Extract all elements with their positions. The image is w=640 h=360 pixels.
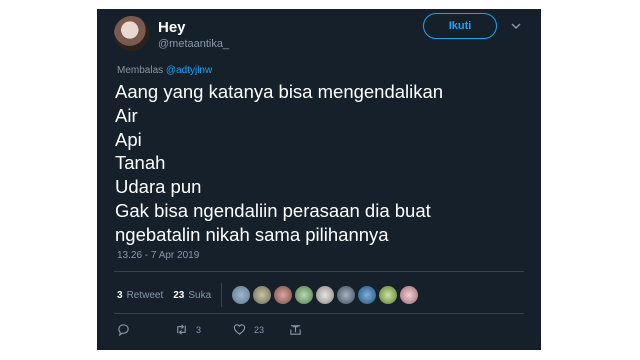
reply-button[interactable] [117,323,130,336]
divider [114,271,524,272]
reply-prefix: Membalas [117,65,164,76]
liker-avatar[interactable] [379,286,398,304]
share-button[interactable] [289,323,302,336]
chevron-down-icon[interactable] [511,21,521,31]
tweet-line: Air [115,104,138,126]
retweet-label[interactable]: Retweet [127,290,164,301]
reply-mention-link[interactable]: @adtyjlnw [166,65,212,76]
tweet-line: Gak bisa ngendaliin perasaan dia buat [115,199,431,221]
like-label[interactable]: Suka [188,290,211,301]
like-button[interactable]: 23 [233,323,264,336]
retweet-count[interactable]: 3 [117,290,123,301]
retweet-action-count: 3 [196,324,202,335]
liker-avatar[interactable] [232,286,251,304]
follow-button[interactable]: Ikuti [423,13,497,39]
liker-avatar[interactable] [400,286,419,304]
liker-avatars [232,286,419,304]
like-count[interactable]: 23 [173,290,184,301]
engagement-stats: 3 Retweet 23 Suka [117,281,419,309]
liker-avatar[interactable] [295,286,314,304]
stats-divider [221,283,223,307]
share-icon [290,325,301,335]
tweet-line: Aang yang katanya bisa mengendalikan [115,81,444,102]
tweet-timestamp[interactable]: 13.26 - 7 Apr 2019 [117,250,199,261]
retweet-button[interactable]: 3 [175,323,201,336]
reply-context: Membalas @adtyjlnw [117,65,212,76]
liker-avatar[interactable] [316,286,335,304]
tweet-line: Api [115,128,142,150]
like-action-count: 23 [254,324,265,335]
retweet-icon [177,324,186,335]
liker-avatar[interactable] [337,286,356,304]
divider [114,313,524,314]
tweet-card: Hey @metaantika_ Ikuti Membalas @adtyjln… [97,9,541,350]
liker-avatar[interactable] [253,286,272,304]
tweet-text: Aang yang katanya bisa mengendalikan Air… [115,80,525,247]
liker-avatar[interactable] [274,286,293,304]
tweet-line: Tanah [115,152,166,174]
tweet-line: ngebatalin nikah sama pilihannya [115,223,389,245]
tweet-line: Udara pun [115,176,202,198]
comment-icon [118,324,129,336]
display-name[interactable]: Hey [158,19,186,36]
user-handle[interactable]: @metaantika_ [158,38,229,50]
heart-icon [233,324,246,335]
avatar[interactable] [114,16,149,51]
liker-avatar[interactable] [358,286,377,304]
